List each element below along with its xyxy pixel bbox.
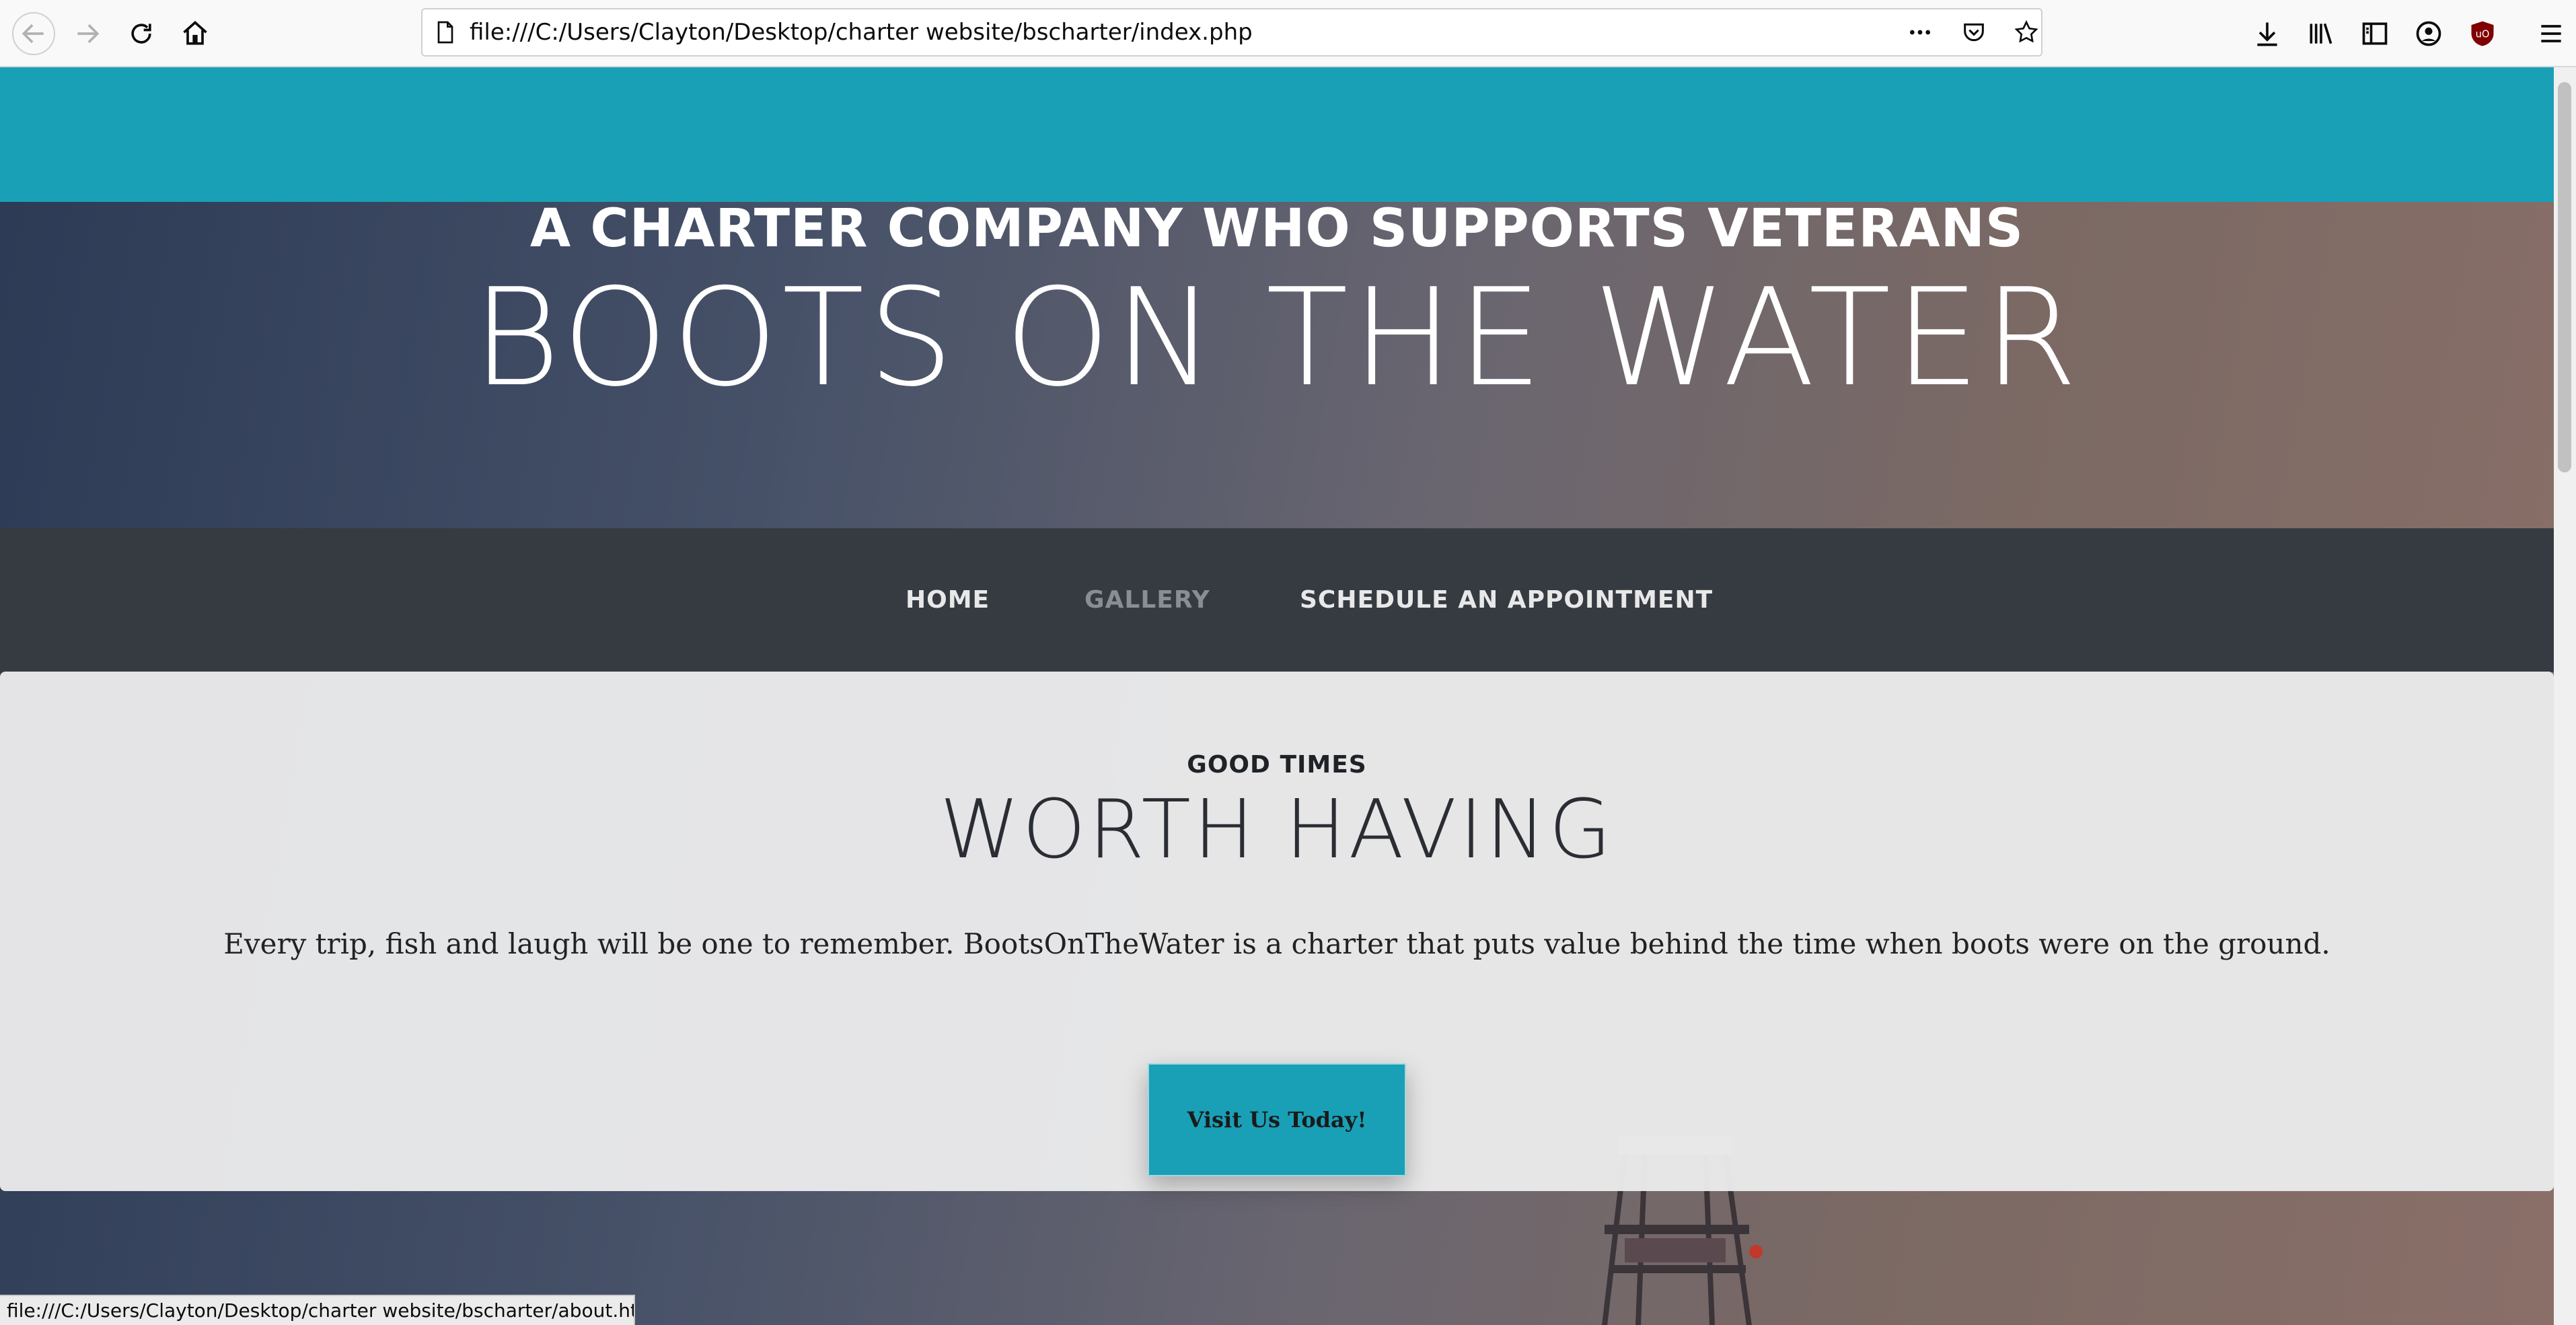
menu-button[interactable] (2530, 12, 2573, 55)
intro-subtitle: GOOD TIMES (1187, 751, 1367, 779)
nav-gallery-link[interactable]: GALLERY (1084, 528, 1210, 672)
browser-toolbar: file:///C:/Users/Clayton/Desktop/charter… (0, 0, 2576, 67)
library-button[interactable] (2299, 12, 2343, 55)
intro-text: Every trip, fish and laugh will be one t… (223, 927, 2330, 960)
reload-icon (131, 24, 151, 44)
page-icon (432, 19, 459, 46)
pocket-icon[interactable] (1960, 19, 1987, 46)
hero-title: BOOTS ON THE WATER (472, 260, 2082, 417)
account-button[interactable] (2407, 12, 2450, 55)
main-navigation: HOME GALLERY SCHEDULE AN APPOINTMENT (0, 528, 2554, 672)
intro-title: WORTH HAVING (939, 783, 1615, 877)
forward-arrow-icon (77, 24, 100, 44)
page-scrollbar[interactable] (2554, 67, 2576, 1325)
more-actions-icon[interactable] (1907, 19, 1934, 46)
nav-home-link[interactable]: HOME (906, 528, 990, 672)
downloads-button[interactable] (2246, 12, 2289, 55)
forward-button[interactable] (66, 12, 109, 55)
url-bar[interactable]: file:///C:/Users/Clayton/Desktop/charter… (421, 8, 2043, 57)
back-arrow-icon (22, 24, 44, 44)
intro-section: GOOD TIMES WORTH HAVING Every trip, fish… (0, 672, 2554, 1191)
home-icon (183, 21, 207, 45)
svg-text:uO: uO (2476, 29, 2490, 40)
url-text[interactable]: file:///C:/Users/Clayton/Desktop/charter… (470, 9, 1253, 55)
reload-button[interactable] (120, 12, 163, 55)
home-button[interactable] (174, 12, 217, 55)
sidebar-icon (2362, 22, 2388, 45)
web-page: A CHARTER COMPANY WHO SUPPORTS VETERANS … (0, 67, 2554, 1325)
bookmark-star-icon[interactable] (2013, 19, 2040, 46)
library-icon (2310, 23, 2332, 44)
hero-subtitle: A CHARTER COMPANY WHO SUPPORTS VETERANS (529, 199, 2024, 259)
account-icon (2416, 21, 2441, 46)
top-color-bar (0, 67, 2554, 202)
hamburger-menu-icon (2541, 25, 2561, 42)
ublock-button[interactable]: uO (2461, 12, 2504, 55)
scrollbar-thumb[interactable] (2558, 82, 2571, 472)
ublock-shield-icon: uO (2471, 21, 2494, 46)
sidebar-button[interactable] (2353, 12, 2396, 55)
back-button[interactable] (12, 12, 55, 55)
download-icon (2257, 22, 2277, 46)
visit-us-button[interactable]: Visit Us Today! (1148, 1063, 1406, 1176)
status-bar-url: file:///C:/Users/Clayton/Desktop/charter… (0, 1295, 635, 1325)
nav-schedule-link[interactable]: SCHEDULE AN APPOINTMENT (1300, 528, 1713, 672)
